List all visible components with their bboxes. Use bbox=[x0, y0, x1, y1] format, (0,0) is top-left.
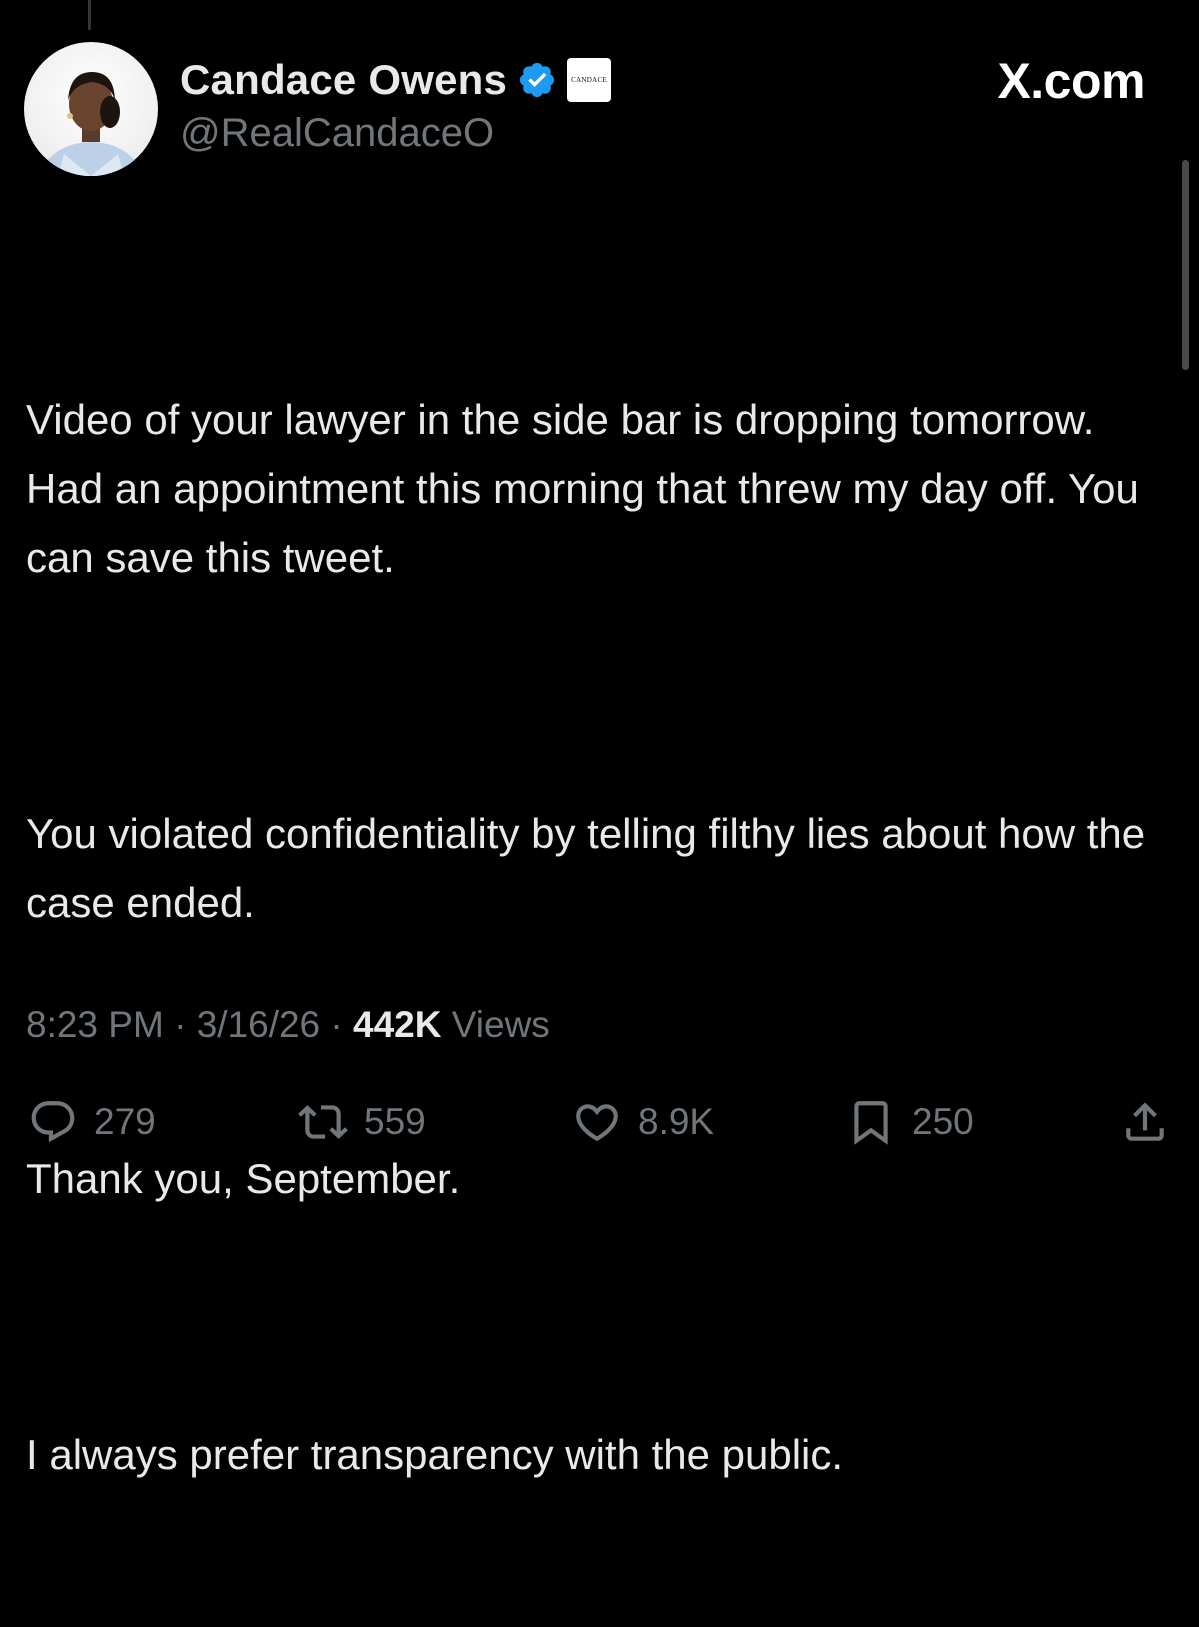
repost-button[interactable]: 559 bbox=[298, 1092, 426, 1152]
like-count: 8.9K bbox=[638, 1101, 715, 1142]
meta-separator: · bbox=[163, 1004, 197, 1045]
meta-separator: · bbox=[320, 1004, 354, 1045]
tweet-time[interactable]: 8:23 PM bbox=[26, 1004, 164, 1045]
reply-count: 279 bbox=[94, 1101, 156, 1142]
reply-icon bbox=[31, 1101, 75, 1143]
affiliate-badge[interactable]: CANDACE bbox=[567, 58, 612, 102]
bookmark-count: 250 bbox=[912, 1101, 974, 1142]
tweet-text: Video of your lawyer in the side bar is … bbox=[26, 247, 1166, 1627]
tweet-paragraph: I always prefer transparency with the pu… bbox=[26, 1431, 844, 1478]
heart-icon bbox=[576, 1104, 618, 1142]
tweet-paragraph: Thank you, September. bbox=[26, 1155, 461, 1202]
tweet-metadata: 8:23 PM · 3/16/26 · 442K Views bbox=[26, 1003, 550, 1047]
avatar-portrait-icon bbox=[39, 72, 143, 176]
repost-count: 559 bbox=[364, 1101, 426, 1142]
tweet-date[interactable]: 3/16/26 bbox=[197, 1004, 320, 1045]
share-icon bbox=[1126, 1102, 1164, 1141]
views-count[interactable]: 442K bbox=[353, 1004, 441, 1045]
avatar[interactable] bbox=[24, 42, 158, 176]
verified-badge-icon bbox=[517, 60, 557, 100]
reply-button[interactable]: 279 bbox=[28, 1092, 156, 1152]
action-bar: 279 559 8.9K 250 bbox=[0, 1092, 1199, 1152]
thread-connector-line bbox=[88, 0, 91, 30]
bookmark-icon bbox=[854, 1101, 888, 1145]
share-button[interactable] bbox=[1120, 1092, 1170, 1152]
tweet-paragraph: Video of your lawyer in the side bar is … bbox=[26, 396, 1151, 581]
watermark-logo: X.com bbox=[997, 53, 1145, 109]
like-button[interactable]: 8.9K bbox=[572, 1092, 714, 1152]
bookmark-button[interactable]: 250 bbox=[846, 1092, 974, 1152]
author-handle[interactable]: @RealCandaceO bbox=[180, 113, 494, 153]
repost-icon bbox=[298, 1105, 348, 1139]
tweet-paragraph: You violated confidentiality by telling … bbox=[26, 810, 1157, 926]
author-name-row: Candace Owens CANDACE bbox=[180, 52, 612, 108]
views-label: Views bbox=[441, 1004, 550, 1045]
scrollbar[interactable] bbox=[1182, 160, 1189, 370]
author-display-name[interactable]: Candace Owens bbox=[180, 59, 507, 101]
